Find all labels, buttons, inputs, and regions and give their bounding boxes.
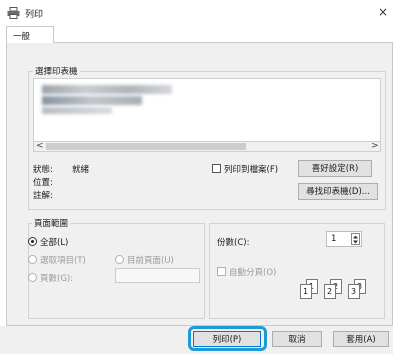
print-to-file-label[interactable]: 列印到檔案(F) <box>224 163 278 175</box>
collate-checkbox[interactable] <box>217 267 226 276</box>
copies-input[interactable]: 1 <box>326 231 362 247</box>
page-range-group-label: 頁面範圍 <box>32 217 71 229</box>
spinner-up-icon[interactable] <box>352 235 359 239</box>
page-range-current-radio[interactable] <box>115 255 124 264</box>
apply-button[interactable]: 套用(A) <box>333 331 389 347</box>
close-icon[interactable]: × <box>378 5 388 19</box>
preferences-button[interactable]: 喜好設定(R) <box>298 160 372 177</box>
copies-label: 份數(C): <box>217 238 250 248</box>
spinner-down-icon[interactable] <box>352 240 359 244</box>
page-range-pages-label[interactable]: 頁數(G): <box>40 272 73 284</box>
find-printer-button[interactable]: 尋找印表機(D)... <box>298 183 378 200</box>
page-range-pages-radio[interactable] <box>28 273 37 282</box>
copies-spinner[interactable] <box>351 233 360 245</box>
page-range-all-radio[interactable] <box>28 237 37 246</box>
tab-general-label: 一般 <box>13 32 31 42</box>
select-printer-group-label: 選擇印表機 <box>33 65 80 77</box>
scroll-right-icon[interactable]: > <box>371 141 379 151</box>
pages-input[interactable] <box>115 268 200 283</box>
scroll-left-icon[interactable]: < <box>36 141 44 151</box>
title-bar: 列印 × <box>0 0 393 26</box>
status-label: 狀態: <box>33 165 53 175</box>
print-button-highlight <box>188 326 267 351</box>
printer-icon <box>7 7 20 19</box>
printer-list-scrollbar[interactable]: < > <box>33 141 381 152</box>
page-range-selection-radio[interactable] <box>28 255 37 264</box>
collate-illustration: 1 1 2 2 3 3 <box>300 275 380 305</box>
window-title: 列印 <box>25 10 44 20</box>
print-to-file-checkbox[interactable] <box>212 164 221 173</box>
page-range-all-label[interactable]: 全部(L) <box>40 236 68 248</box>
page-icon: 1 <box>300 284 312 299</box>
cancel-button[interactable]: 取消 <box>272 331 322 347</box>
page-range-current-label[interactable]: 目前頁面(U) <box>127 254 174 266</box>
page-range-selection-label[interactable]: 選取項目(T) <box>40 254 86 266</box>
copies-value: 1 <box>331 234 337 244</box>
location-label: 位置: <box>33 178 53 188</box>
status-value: 就緒 <box>72 165 90 175</box>
page-icon: 2 <box>324 284 336 299</box>
tab-general[interactable]: 一般 <box>6 26 54 43</box>
page-icon: 3 <box>348 284 360 299</box>
collate-label[interactable]: 自動分頁(O) <box>229 266 276 278</box>
scrollbar-thumb[interactable] <box>46 143 246 150</box>
printer-list-item[interactable] <box>42 107 112 114</box>
printer-list-item[interactable] <box>42 96 142 105</box>
printer-list-item[interactable] <box>42 85 172 94</box>
comment-label: 註解: <box>33 191 53 201</box>
